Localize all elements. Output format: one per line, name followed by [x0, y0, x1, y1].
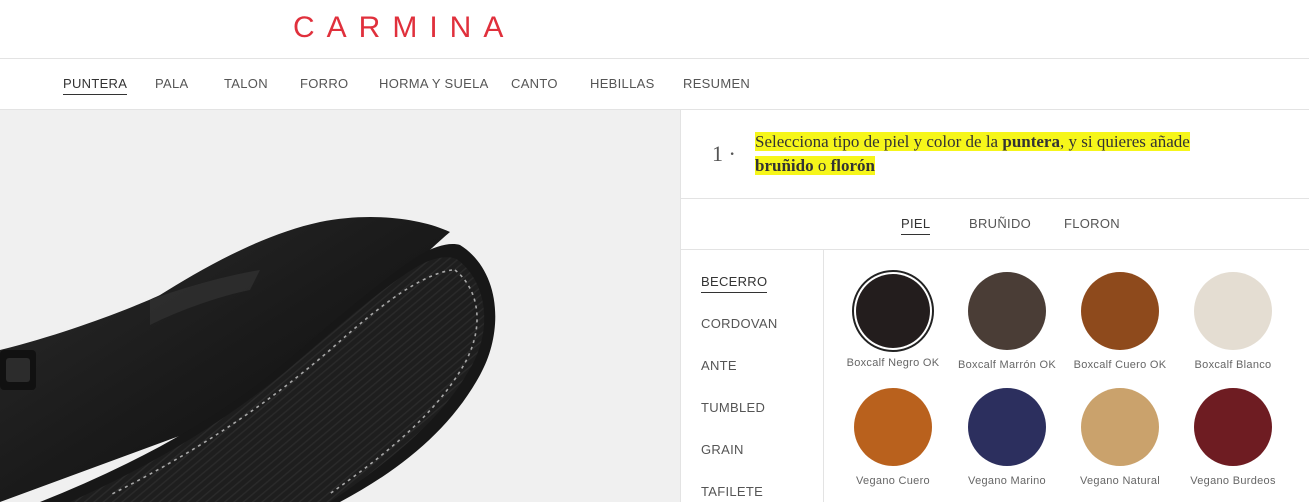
tab-floron[interactable]: FLORON	[1064, 216, 1120, 234]
material-tumbled[interactable]: TUMBLED	[701, 400, 765, 418]
header: CARMINA	[0, 0, 1309, 59]
tab-canto[interactable]: CANTO	[511, 76, 558, 94]
swatch-label: Boxcalf Negro OK	[846, 357, 940, 369]
material-list: BECERRO CORDOVAN ANTE TUMBLED GRAIN TAFI…	[681, 250, 824, 502]
option-tabs: PIEL BRUÑIDO FLORON	[681, 199, 1309, 250]
swatch-label: Boxcalf Marrón OK	[957, 359, 1057, 371]
swatch-vegano-marino[interactable]: Vegano Marino	[952, 388, 1062, 487]
material-tafilete[interactable]: TAFILETE	[701, 484, 763, 502]
material-grain[interactable]: GRAIN	[701, 442, 744, 460]
tab-puntera[interactable]: PUNTERA	[63, 76, 128, 95]
swatch-color	[968, 388, 1046, 466]
material-cordovan[interactable]: CORDOVAN	[701, 316, 778, 334]
swatch-boxcalf-marron[interactable]: Boxcalf Marrón OK	[952, 272, 1062, 371]
tab-pala[interactable]: PALA	[155, 76, 188, 94]
swatch-label: Boxcalf Cuero OK	[1073, 359, 1167, 371]
swatch-label: Boxcalf Blanco	[1194, 359, 1272, 371]
carmina-logo[interactable]: CARMINA	[293, 11, 515, 45]
swatch-label: Vegano Marino	[968, 475, 1046, 487]
material-becerro[interactable]: BECERRO	[701, 274, 768, 293]
tab-resumen[interactable]: RESUMEN	[683, 76, 750, 94]
swatch-vegano-natural[interactable]: Vegano Natural	[1065, 388, 1175, 487]
material-ante[interactable]: ANTE	[701, 358, 737, 376]
swatch-color	[854, 388, 932, 466]
swatch-label: Vegano Cuero	[856, 475, 930, 487]
swatch-color	[1194, 388, 1272, 466]
swatch-color	[968, 272, 1046, 350]
tab-horma-y-suela[interactable]: HORMA Y SUELA	[379, 76, 489, 94]
swatch-vegano-burdeos[interactable]: Vegano Burdeos	[1178, 388, 1288, 487]
tab-hebillas[interactable]: HEBILLAS	[590, 76, 655, 94]
tab-forro[interactable]: FORRO	[300, 76, 348, 94]
step-text: Selecciona tipo de piel y color de la pu…	[755, 132, 1190, 175]
shoe-image	[0, 217, 496, 502]
customizer-panel: 1 · Selecciona tipo de piel y color de l…	[680, 110, 1309, 502]
step-number: 1 ·	[712, 141, 736, 166]
swatch-color	[1081, 272, 1159, 350]
tab-piel[interactable]: PIEL	[901, 216, 931, 235]
step-instruction: 1 · Selecciona tipo de piel y color de l…	[681, 110, 1309, 199]
swatch-label: Vegano Natural	[1079, 475, 1161, 487]
swatch-boxcalf-negro[interactable]: Boxcalf Negro OK	[838, 270, 948, 369]
tab-talon[interactable]: TALON	[224, 76, 268, 94]
swatch-label: Vegano Burdeos	[1190, 475, 1276, 487]
swatch-color	[1194, 272, 1272, 350]
color-swatches: Boxcalf Negro OK Boxcalf Marrón OK Boxca…	[824, 250, 1309, 502]
swatch-color	[856, 274, 930, 348]
tab-brunido[interactable]: BRUÑIDO	[969, 216, 1031, 234]
swatch-color	[1081, 388, 1159, 466]
swatch-boxcalf-blanco[interactable]: Boxcalf Blanco	[1178, 272, 1288, 371]
swatch-vegano-cuero[interactable]: Vegano Cuero	[838, 388, 948, 487]
shoe-preview[interactable]	[0, 110, 680, 502]
swatch-boxcalf-cuero[interactable]: Boxcalf Cuero OK	[1065, 272, 1175, 371]
main-nav: PUNTERA PALA TALON FORRO HORMA Y SUELA C…	[0, 59, 1309, 110]
